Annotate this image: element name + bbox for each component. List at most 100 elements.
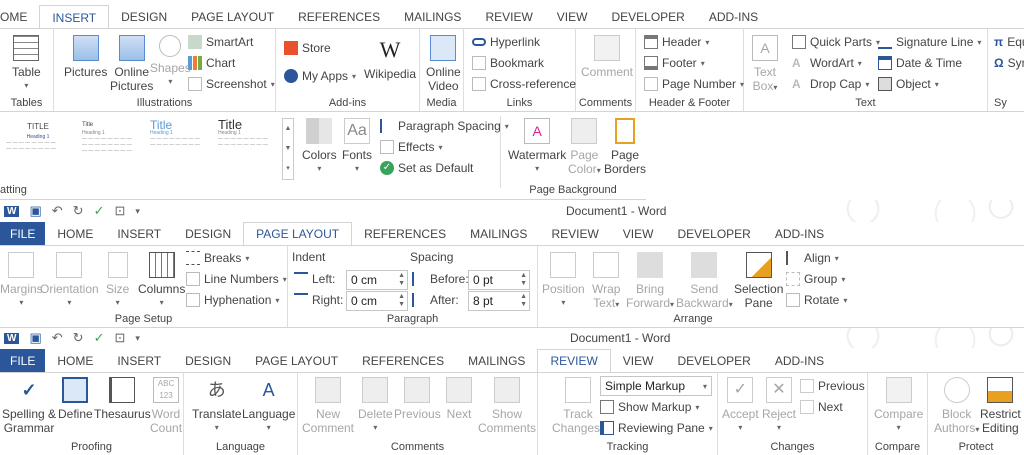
paragraph-spacing-button[interactable]: Paragraph Spacing ▾	[380, 119, 509, 133]
tab-mailings[interactable]: MAILINGS	[456, 349, 537, 372]
tab-insert[interactable]: INSERT	[105, 222, 173, 245]
tab-insert[interactable]: INSERT	[105, 349, 173, 372]
drop-cap-button[interactable]: A Drop Cap ▾	[792, 77, 869, 91]
tab-home[interactable]: HOME	[45, 349, 105, 372]
show-markup-button[interactable]: Show Markup ▾	[600, 400, 699, 414]
tab-add-ins[interactable]: ADD-INS	[763, 349, 836, 372]
my-apps-button[interactable]: My Apps ▾	[284, 69, 356, 83]
effects-button[interactable]: Effects ▾	[380, 140, 442, 154]
hyphenation-button[interactable]: Hyphenation ▾	[186, 293, 279, 307]
tab-mailings[interactable]: MAILINGS	[458, 222, 539, 245]
language-button[interactable]: A Language ▾	[242, 377, 295, 435]
tab-review[interactable]: REVIEW	[539, 222, 610, 245]
previous-change-button[interactable]: Previous	[800, 379, 865, 393]
next-comment-button[interactable]: Next	[446, 377, 472, 421]
rotate-button[interactable]: Rotate ▾	[786, 293, 847, 307]
thesaurus-button[interactable]: Thesaurus	[94, 377, 151, 421]
style-thumb-3[interactable]: Title Heading 1— — — — — — — — — — — — — —…	[150, 118, 214, 178]
tab-file[interactable]: FILE	[0, 222, 46, 245]
previous-comment-button[interactable]: Previous	[394, 377, 441, 421]
table-button[interactable]: Table ▾	[12, 35, 41, 93]
tab-page-layout[interactable]: PAGE LAYOUT	[243, 222, 353, 245]
block-authors-button[interactable]: Block Authors▾	[934, 377, 979, 437]
text-box-button[interactable]: A Text Box▾	[752, 35, 778, 95]
wordart-button[interactable]: A WordArt ▾	[792, 56, 862, 70]
spacing-before-input[interactable]: 0 pt ▲ ▼	[468, 270, 530, 290]
style-thumb-4[interactable]: Title Heading 1— — — — — — — — — — — — — —…	[218, 118, 282, 178]
line-numbers-button[interactable]: Line Numbers ▾	[186, 272, 287, 286]
style-thumb-2[interactable]: Title Heading 1— — — — — — — — — — — — — —…	[82, 118, 146, 178]
symbol-button[interactable]: ΩSym	[994, 56, 1024, 70]
tab-references[interactable]: REFERENCES	[350, 349, 456, 372]
indent-right-input[interactable]: 0 cm ▲ ▼	[346, 291, 408, 311]
wikipedia-button[interactable]: W Wikipedia	[364, 37, 416, 81]
undo-icon[interactable]: ↶	[52, 330, 63, 346]
send-backward-button[interactable]: Send Backward▾	[676, 252, 733, 312]
tab-references[interactable]: REFERENCES	[352, 222, 458, 245]
style-thumb-1[interactable]: TITLE Heading 1— — — — — — — — — — — — — —…	[6, 118, 70, 178]
page-borders-button[interactable]: Page Borders	[604, 118, 646, 176]
tab-developer[interactable]: DEVELOPER	[665, 349, 762, 372]
display-for-review-select[interactable]: Simple Markup ▾	[600, 376, 712, 396]
selection-pane-button[interactable]: Selection Pane	[734, 252, 783, 310]
online-video-button[interactable]: Online Video	[426, 35, 461, 93]
group-objects-button[interactable]: Group ▾	[786, 272, 845, 286]
tab-file[interactable]: FILE	[0, 349, 46, 372]
tab-home[interactable]: HOME	[45, 222, 105, 245]
comment-button[interactable]: Comment	[581, 35, 633, 79]
tab-mailings[interactable]: MAILINGS	[392, 5, 473, 29]
screenshot-button[interactable]: Screenshot ▾	[188, 77, 275, 91]
align-button[interactable]: Align ▾	[786, 251, 839, 265]
pictures-button[interactable]: Pictures	[64, 35, 107, 79]
size-button[interactable]: Size ▾	[106, 252, 129, 310]
restrict-editing-button[interactable]: Restrict Editing	[980, 377, 1021, 435]
spelling-grammar-button[interactable]: ✓ Spelling & Grammar	[2, 377, 56, 435]
cross-reference-button[interactable]: Cross-reference	[472, 77, 576, 91]
spelling-icon[interactable]: ✓	[94, 203, 105, 219]
tab-add-ins[interactable]: ADD-INS	[763, 222, 836, 245]
tab-page-layout[interactable]: PAGE LAYOUT	[243, 349, 350, 372]
define-button[interactable]: Define	[58, 377, 93, 421]
translate-button[interactable]: あ Translate ▾	[192, 377, 242, 435]
tab-view[interactable]: VIEW	[611, 222, 666, 245]
set-as-default-button[interactable]: ✓ Set as Default	[380, 161, 473, 175]
tab-design[interactable]: DESIGN	[173, 349, 243, 372]
header-button[interactable]: Header ▾	[644, 35, 709, 49]
save-icon[interactable]: ▣	[29, 203, 41, 219]
new-comment-button[interactable]: New Comment	[302, 377, 354, 435]
redo-icon[interactable]: ↻	[73, 203, 84, 219]
styles-gallery-scroll[interactable]: ▲ ▼ ▾	[282, 118, 294, 180]
customize-qat-icon[interactable]: ▾	[135, 206, 140, 217]
equation-button[interactable]: πEqu	[994, 35, 1024, 49]
orientation-button[interactable]: Orientation ▾	[40, 252, 99, 310]
date-time-button[interactable]: Date & Time	[878, 56, 962, 70]
breaks-button[interactable]: Breaks ▾	[186, 251, 249, 265]
smartart-button[interactable]: SmartArt	[188, 35, 253, 49]
shapes-button[interactable]: Shapes ▾	[150, 35, 191, 89]
tab-developer[interactable]: DEVELOPER	[599, 5, 696, 29]
tab-review[interactable]: REVIEW	[473, 5, 544, 29]
footer-button[interactable]: Footer ▾	[644, 56, 705, 70]
position-button[interactable]: Position ▾	[542, 252, 585, 310]
tab-page-layout[interactable]: PAGE LAYOUT	[179, 5, 286, 29]
colors-button[interactable]: Colors ▾	[302, 118, 337, 176]
redo-icon[interactable]: ↻	[73, 330, 84, 346]
object-button[interactable]: Object ▾	[878, 77, 939, 91]
spacing-after-input[interactable]: 8 pt ▲ ▼	[468, 291, 530, 311]
tab-developer[interactable]: DEVELOPER	[665, 222, 762, 245]
columns-button[interactable]: Columns ▾	[138, 252, 185, 310]
tab-view[interactable]: VIEW	[611, 349, 666, 372]
bring-forward-button[interactable]: Bring Forward▾	[626, 252, 674, 312]
tab-review[interactable]: REVIEW	[537, 349, 611, 372]
watermark-button[interactable]: A Watermark ▾	[508, 118, 566, 176]
track-changes-button[interactable]: Track Changes▾	[552, 377, 604, 437]
undo-icon[interactable]: ↶	[52, 203, 63, 219]
tab-insert[interactable]: INSERT	[39, 5, 110, 29]
next-change-button[interactable]: Next	[800, 400, 843, 414]
hyperlink-button[interactable]: Hyperlink	[472, 35, 540, 49]
accept-button[interactable]: ✓ Accept ▾	[722, 377, 759, 435]
tab-references[interactable]: REFERENCES	[286, 5, 392, 29]
tab-design[interactable]: DESIGN	[109, 5, 179, 29]
tab-view[interactable]: VIEW	[545, 5, 600, 29]
store-button[interactable]: Store	[284, 41, 331, 55]
